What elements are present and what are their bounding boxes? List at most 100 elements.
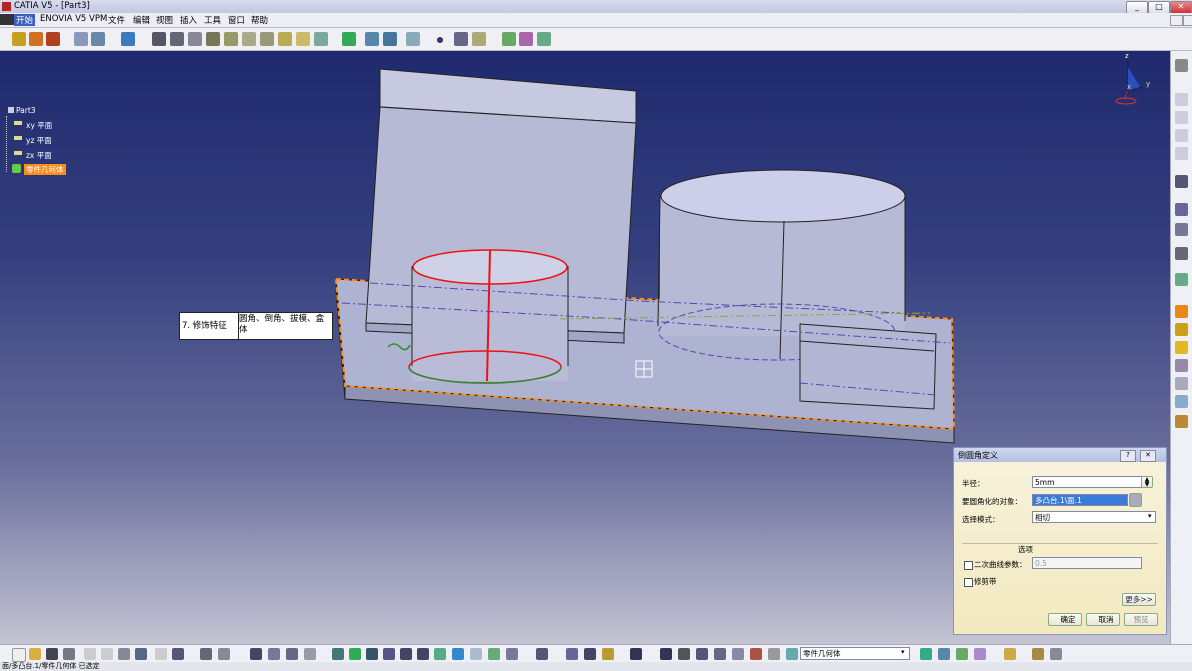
anchor-icon[interactable] (1175, 223, 1188, 236)
measure-between-icon[interactable] (1032, 648, 1044, 660)
toolbar-grip-icon[interactable] (1175, 147, 1188, 160)
material-ball-icon[interactable] (974, 648, 986, 660)
view-front-icon[interactable] (152, 32, 166, 46)
swap-space-icon[interactable] (506, 648, 518, 660)
mode-select[interactable]: 相切 (1032, 511, 1156, 523)
tree-item-part-body[interactable]: 零件几何体 (24, 164, 66, 175)
toolbar-grip-icon[interactable] (1175, 111, 1188, 124)
tree-root-part3[interactable]: Part3 (16, 106, 36, 115)
zoom-out-icon[interactable] (417, 648, 429, 660)
tree-item-xy-plane[interactable]: xy 平面 (26, 120, 52, 131)
grid-view-icon[interactable] (696, 648, 708, 660)
toolbar-grip-icon[interactable] (1175, 129, 1188, 142)
sheet-icon[interactable] (956, 648, 968, 660)
settings-gear-icon[interactable] (1175, 59, 1188, 72)
fit-all-in-icon[interactable] (349, 648, 361, 660)
draft-icon[interactable] (242, 32, 256, 46)
catalog-icon[interactable] (502, 32, 516, 46)
save-icon[interactable] (46, 648, 58, 660)
conic-checkbox[interactable] (964, 561, 973, 570)
inertia-icon[interactable] (1050, 648, 1062, 660)
bom-icon[interactable] (268, 648, 280, 660)
comment-icon[interactable] (218, 648, 230, 660)
copy-icon[interactable] (101, 648, 113, 660)
sketcher-icon[interactable] (1175, 247, 1188, 260)
objects-input[interactable]: 多凸台.1\面.1 (1032, 494, 1128, 506)
hide-show-icon[interactable] (488, 648, 500, 660)
menu-window[interactable]: 窗口 (226, 14, 247, 26)
shell-icon[interactable] (260, 32, 274, 46)
shading-icon[interactable] (470, 648, 482, 660)
radius-spinner[interactable]: ▲ ▼ (1141, 476, 1153, 488)
plane-icon[interactable] (472, 32, 486, 46)
menu-insert[interactable]: 插入 (178, 14, 199, 26)
conic-input[interactable]: 0.5 (1032, 557, 1142, 569)
scale-icon[interactable] (1175, 395, 1188, 408)
app-menu-icon[interactable] (0, 14, 14, 25)
snap-icon[interactable] (365, 32, 379, 46)
open-folder-icon[interactable] (29, 648, 41, 660)
ok-button[interactable]: 确定 (1048, 613, 1082, 626)
cancel-button[interactable]: 取消 (1086, 613, 1120, 626)
hand-icon[interactable] (286, 648, 298, 660)
trim-ribbon-checkbox[interactable] (964, 578, 973, 587)
menu-tools[interactable]: 工具 (202, 14, 223, 26)
undo-icon[interactable] (135, 648, 147, 660)
table-icon[interactable] (250, 648, 262, 660)
dialog-help-button[interactable]: ? (1120, 450, 1136, 462)
intersect-icon[interactable] (750, 648, 762, 660)
bottle-icon[interactable] (602, 648, 614, 660)
constraint-icon[interactable] (1175, 203, 1188, 216)
zoom-in-icon[interactable] (400, 648, 412, 660)
sketch-icon[interactable] (74, 32, 88, 46)
tree-item-yz-plane[interactable]: yz 平面 (26, 135, 52, 146)
thickness-tool-icon[interactable] (1004, 648, 1016, 660)
dialog-close-button[interactable]: ✕ (1140, 450, 1156, 462)
iso-view-icon[interactable] (452, 648, 464, 660)
remove-face-icon[interactable] (314, 32, 328, 46)
body-select[interactable]: 零件几何体 (800, 647, 910, 660)
pad-icon[interactable] (12, 32, 26, 46)
chevron-down-icon[interactable]: ▾ (1148, 512, 1152, 520)
chamfer-icon[interactable] (1175, 323, 1188, 336)
shaft-icon[interactable] (46, 32, 60, 46)
paste-icon[interactable] (118, 648, 130, 660)
menu-view[interactable]: 视图 (154, 14, 175, 26)
whats-this-icon[interactable] (172, 648, 184, 660)
menu-enovia[interactable]: ENOVIA V5 VPM (38, 14, 109, 24)
distance-icon[interactable] (714, 648, 726, 660)
body-select-icon[interactable] (786, 648, 798, 660)
camera-icon[interactable] (630, 648, 642, 660)
print-icon[interactable] (63, 648, 75, 660)
material-icon[interactable] (224, 32, 238, 46)
thread-icon[interactable] (296, 32, 310, 46)
formula-icon[interactable] (200, 648, 212, 660)
layer-icon[interactable] (121, 32, 135, 46)
axis-icon[interactable] (342, 32, 356, 46)
positioned-sketch-icon[interactable] (91, 32, 105, 46)
fillet-icon[interactable] (1175, 305, 1188, 318)
grid-icon[interactable] (383, 32, 397, 46)
normal-view-icon[interactable] (434, 648, 446, 660)
view-cylinder-icon[interactable] (188, 32, 202, 46)
select-arrow-icon[interactable] (1175, 175, 1188, 188)
axis-system-icon[interactable] (566, 648, 578, 660)
law-icon[interactable] (920, 648, 932, 660)
new-file-icon[interactable] (12, 648, 26, 662)
mirror-icon[interactable] (1175, 377, 1188, 390)
tree-item-zx-plane[interactable]: zx 平面 (26, 150, 52, 161)
pattern-icon[interactable] (1175, 359, 1188, 372)
draft-angle-icon[interactable] (1175, 341, 1188, 354)
view-shaded-icon[interactable] (206, 32, 220, 46)
pocket-icon[interactable] (29, 32, 43, 46)
pipe-icon[interactable] (768, 648, 780, 660)
boolean-icon[interactable] (1175, 415, 1188, 428)
refresh-icon[interactable] (660, 648, 672, 660)
toolbar-grip-icon[interactable] (1175, 93, 1188, 106)
redo-icon[interactable] (155, 648, 167, 660)
fly-mode-icon[interactable] (332, 648, 344, 660)
update-icon[interactable] (536, 648, 548, 660)
radius-input[interactable]: 5mm (1032, 476, 1142, 488)
objects-list-icon[interactable] (1129, 493, 1142, 507)
measure-tool-icon[interactable] (1175, 273, 1188, 286)
